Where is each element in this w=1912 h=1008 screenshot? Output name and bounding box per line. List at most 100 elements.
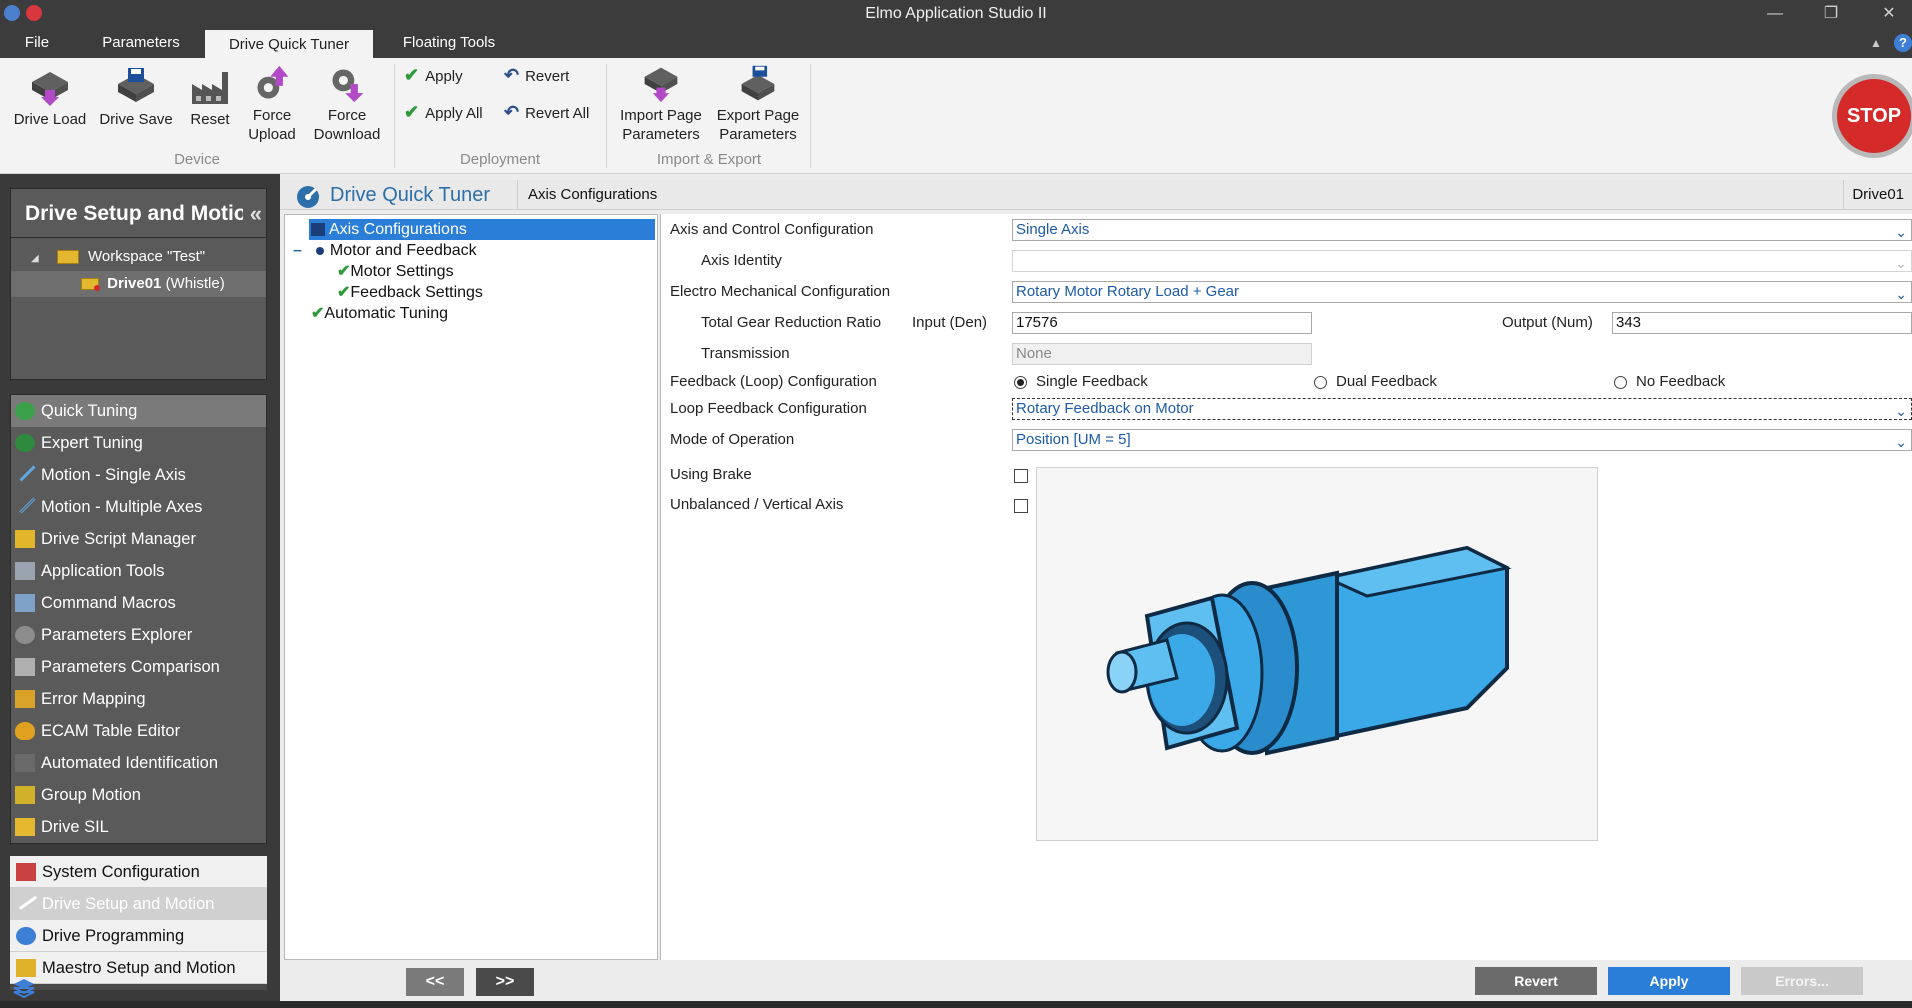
tab-drive-quick-tuner[interactable]: Drive Quick Tuner	[205, 28, 373, 58]
check-icon: ✔	[337, 284, 351, 301]
expert-tuning-icon	[15, 434, 35, 452]
revert-all-ribbon-label: Revert All	[525, 105, 590, 122]
tree-feedback-settings[interactable]: ✔Feedback Settings	[337, 282, 637, 303]
window-title: Elmo Application Studio II	[865, 5, 1047, 22]
force-download-label-1: Force	[327, 107, 367, 124]
tab-floating-tools[interactable]: Floating Tools	[388, 28, 510, 58]
apply-button[interactable]: Apply	[1608, 967, 1730, 995]
tool-error-mapping[interactable]: Error Mapping	[11, 683, 266, 715]
restore-button[interactable]: ❐	[1816, 3, 1846, 25]
revert-button[interactable]: Revert	[1475, 967, 1597, 995]
import-page-button[interactable]: Import Page Parameters	[614, 64, 708, 144]
tool-parameters-comparison[interactable]: Parameters Comparison	[11, 651, 266, 683]
force-download-icon	[332, 69, 364, 103]
dropdown-value: Rotary Feedback on Motor	[1016, 400, 1194, 417]
tool-drive-sil[interactable]: Drive SIL	[11, 811, 266, 843]
single-feedback-radio[interactable]	[1014, 376, 1027, 389]
input-den-field[interactable]: 17576	[1012, 312, 1312, 334]
tool-parameters-explorer[interactable]: Parameters Explorer	[11, 619, 266, 651]
axis-identity-dropdown[interactable]: ⌄	[1012, 250, 1912, 272]
collapse-node-icon[interactable]: –	[293, 242, 302, 259]
unbalanced-axis-label: Unbalanced / Vertical Axis	[670, 496, 844, 513]
apply-ribbon-button[interactable]: ✔ Apply	[404, 64, 504, 86]
layers-icon[interactable]	[12, 977, 36, 999]
tool-label: Group Motion	[41, 786, 141, 804]
next-page-button[interactable]: >>	[476, 968, 534, 996]
output-num-label: Output (Num)	[1502, 314, 1593, 331]
close-button[interactable]: ✕	[1874, 3, 1904, 25]
undo-all-icon: ↶	[504, 102, 520, 122]
errors-button[interactable]: Errors...	[1741, 967, 1863, 995]
left-panel-inner: Drive Setup and Motion « ◢ Workspace "Te…	[10, 188, 267, 1008]
check-all-icon: ✔	[404, 102, 420, 122]
tool-label: ECAM Table Editor	[41, 722, 181, 740]
using-brake-checkbox[interactable]	[1014, 469, 1028, 483]
drive-node[interactable]: Drive01 (Whistle)	[11, 271, 266, 297]
reset-button[interactable]: Reset	[182, 64, 238, 129]
drive-save-button[interactable]: Drive Save	[98, 64, 174, 129]
tool-motion-multiple-axes[interactable]: Motion - Multiple Axes	[11, 491, 266, 523]
dropdown-value: Rotary Motor Rotary Load + Gear	[1016, 283, 1240, 300]
input-den-label: Input (Den)	[912, 314, 988, 331]
workspace-node[interactable]: ◢ Workspace "Test"	[11, 244, 266, 270]
no-feedback-radio[interactable]	[1614, 376, 1627, 389]
mode-of-operation-dropdown[interactable]: Position [UM = 5] ⌄	[1012, 429, 1912, 451]
axis-config-icon	[311, 223, 325, 236]
drive-programming-icon	[16, 927, 36, 945]
tool-motion-single-axis[interactable]: Motion - Single Axis	[11, 459, 266, 491]
apply-all-ribbon-button[interactable]: ✔ Apply All	[404, 101, 504, 123]
device-group-label: Device	[174, 151, 220, 168]
stop-button[interactable]: STOP	[1837, 79, 1911, 153]
tool-drive-script-manager[interactable]: Drive Script Manager	[11, 523, 266, 555]
tool-label: Motion - Single Axis	[41, 466, 186, 484]
prev-page-button[interactable]: <<	[406, 968, 464, 996]
tool-automated-identification[interactable]: Automated Identification	[11, 747, 266, 779]
tool-quick-tuning[interactable]: Quick Tuning	[11, 395, 266, 427]
tree-motor-settings[interactable]: ✔Motor Settings	[337, 261, 637, 282]
tool-label: Expert Tuning	[41, 434, 143, 452]
factory-reset-icon	[192, 72, 228, 104]
tree-label: Automatic Tuning	[324, 305, 449, 322]
axis-control-dropdown[interactable]: Single Axis ⌄	[1012, 219, 1912, 241]
revert-ribbon-button[interactable]: ↶ Revert	[504, 64, 604, 86]
minimize-button[interactable]: —	[1760, 3, 1790, 25]
expand-icon[interactable]: ◢	[31, 253, 39, 264]
tool-application-tools[interactable]: Application Tools	[11, 555, 266, 587]
import-page-icon	[644, 67, 678, 103]
tool-group-motion[interactable]: Group Motion	[11, 779, 266, 811]
tab-parameters[interactable]: Parameters	[80, 28, 202, 58]
deployment-group-label: Deployment	[459, 151, 541, 168]
output-num-field[interactable]: 343	[1612, 312, 1912, 334]
tree-automatic-tuning[interactable]: ✔Automatic Tuning	[311, 303, 611, 324]
tool-ecam-table-editor[interactable]: ECAM Table Editor	[11, 715, 266, 747]
chevron-down-icon: ⌄	[1895, 224, 1907, 240]
force-upload-button[interactable]: Force Upload	[242, 64, 302, 144]
drive-load-button[interactable]: Drive Load	[8, 64, 92, 129]
transmission-field[interactable]: None	[1012, 343, 1312, 365]
system-configuration-icon	[16, 863, 36, 881]
nav-drive-programming[interactable]: Drive Programming	[10, 920, 267, 952]
tab-file[interactable]: File	[8, 28, 66, 58]
collapse-ribbon-icon[interactable]: ▲	[1870, 36, 1882, 50]
dual-feedback-radio[interactable]	[1314, 376, 1327, 389]
electro-mechanical-dropdown[interactable]: Rotary Motor Rotary Load + Gear ⌄	[1012, 281, 1912, 303]
loop-feedback-dropdown[interactable]: Rotary Feedback on Motor ⌄	[1012, 398, 1912, 420]
nav-label: Maestro Setup and Motion	[42, 959, 236, 977]
nav-drive-setup-and-motion[interactable]: Drive Setup and Motion	[10, 888, 267, 920]
automated-identification-icon	[15, 754, 35, 772]
import-label-1: Import Page	[620, 107, 702, 124]
tool-label: Error Mapping	[41, 690, 146, 708]
tool-expert-tuning[interactable]: Expert Tuning	[11, 427, 266, 459]
unbalanced-axis-checkbox[interactable]	[1014, 499, 1028, 513]
export-page-button[interactable]: Export Page Parameters	[712, 64, 804, 144]
tree-axis-configurations[interactable]: Axis Configurations	[309, 219, 655, 240]
import-export-group-label: Import & Export	[656, 151, 762, 168]
force-download-button[interactable]: Force Download	[308, 64, 386, 144]
tree-motor-and-feedback[interactable]: – Motor and Feedback	[293, 240, 653, 261]
nav-system-configuration[interactable]: System Configuration	[10, 856, 267, 888]
revert-all-ribbon-button[interactable]: ↶ Revert All	[504, 101, 604, 123]
help-icon[interactable]: ?	[1894, 34, 1912, 52]
nav-maestro-setup-and-motion[interactable]: Maestro Setup and Motion	[10, 952, 267, 984]
collapse-panel-icon[interactable]: «	[250, 189, 262, 239]
tool-command-macros[interactable]: Command Macros	[11, 587, 266, 619]
